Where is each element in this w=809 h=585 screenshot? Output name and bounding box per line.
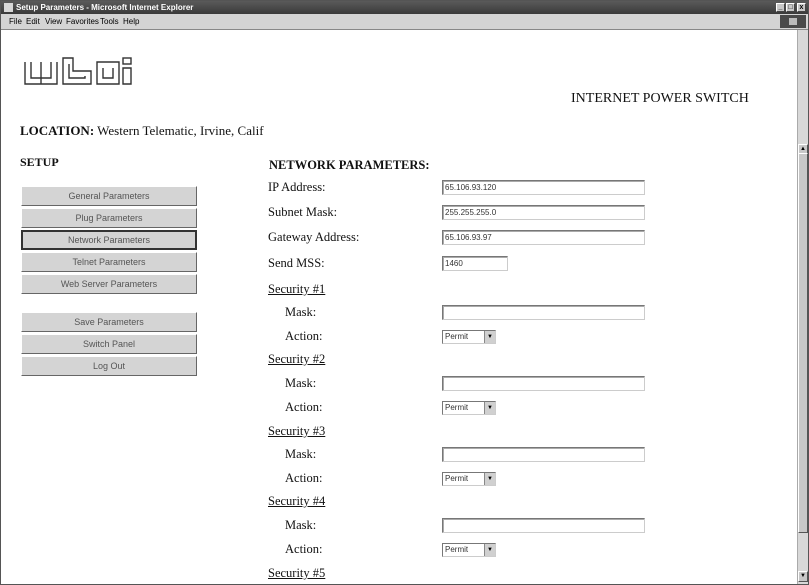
security-2-action-label: Action: [285,400,323,414]
security-2-mask-input[interactable] [442,376,645,391]
security-1-mask-label: Mask: [285,305,317,319]
app-title: INTERNET POWER SWITCH [571,91,749,106]
menu-favorites[interactable]: Favorites [66,14,99,29]
chevron-down-icon[interactable]: ▼ [484,402,495,414]
security-1-mask-input[interactable] [442,305,645,320]
security-5-label: Security #5 [268,566,326,580]
send-mss-input[interactable]: 1460 [442,256,508,271]
location-label: LOCATION: [20,123,95,138]
general-parameters-button[interactable]: General Parameters [21,186,197,206]
security-3-label: Security #3 [268,424,326,438]
gateway-address-input[interactable]: 65.106.93.97 [442,230,645,245]
security-3-action-value: Permit [445,474,469,483]
security-4-label: Security #4 [268,494,326,508]
send-mss-label: Send MSS: [268,256,325,270]
arrow-down-icon[interactable]: ▼ [798,571,808,582]
menu-view[interactable]: View [45,14,62,29]
browser-window: Setup Parameters - Microsoft Internet Ex… [0,0,809,585]
gateway-address-label: Gateway Address: [268,230,360,244]
page-content: INTERNET POWER SWITCH LOCATION: Western … [1,30,797,584]
title-bar: Setup Parameters - Microsoft Internet Ex… [1,1,808,14]
security-2-action-value: Permit [445,403,469,412]
security-3-action-select[interactable]: Permit ▼ [442,472,496,486]
telnet-parameters-button[interactable]: Telnet Parameters [21,252,197,272]
plug-parameters-button[interactable]: Plug Parameters [21,208,197,228]
menu-bar: File Edit View Favorites Tools Help [1,14,808,30]
menu-help[interactable]: Help [123,14,139,29]
wti-logo [24,57,132,85]
security-4-action-select[interactable]: Permit ▼ [442,543,496,557]
security-1-action-value: Permit [445,332,469,341]
ie-icon [4,3,13,12]
web-server-parameters-button[interactable]: Web Server Parameters [21,274,197,294]
minimize-button[interactable]: _ [776,3,785,12]
security-4-action-value: Permit [445,545,469,554]
chevron-down-icon[interactable]: ▼ [484,331,495,343]
security-1-action-label: Action: [285,329,323,343]
close-button[interactable]: x [797,3,806,12]
log-out-button[interactable]: Log Out [21,356,197,376]
security-4-mask-input[interactable] [442,518,645,533]
security-3-mask-input[interactable] [442,447,645,462]
menu-file[interactable]: File [9,14,22,29]
setup-title: SETUP [20,155,59,169]
security-4-action-label: Action: [285,542,323,556]
location: LOCATION: Western Telematic, Irvine, Cal… [20,123,264,139]
ip-address-input[interactable]: 65.106.93.120 [442,180,645,195]
security-3-action-label: Action: [285,471,323,485]
menu-edit[interactable]: Edit [26,14,40,29]
security-2-action-select[interactable]: Permit ▼ [442,401,496,415]
save-parameters-button[interactable]: Save Parameters [21,312,197,332]
security-4-mask-label: Mask: [285,518,317,532]
network-parameters-button[interactable]: Network Parameters [21,230,197,250]
subnet-mask-input[interactable]: 255.255.255.0 [442,205,645,220]
security-3-mask-label: Mask: [285,447,317,461]
window-title: Setup Parameters - Microsoft Internet Ex… [16,3,194,12]
security-2-mask-label: Mask: [285,376,317,390]
security-2-label: Security #2 [268,352,326,366]
switch-panel-button[interactable]: Switch Panel [21,334,197,354]
chevron-down-icon[interactable]: ▼ [484,544,495,556]
network-parameters-title: NETWORK PARAMETERS: [269,158,430,172]
ip-address-label: IP Address: [268,180,326,194]
menu-tools[interactable]: Tools [100,14,119,29]
maximize-button[interactable]: □ [786,3,795,12]
subnet-mask-label: Subnet Mask: [268,205,338,219]
scrollbar-thumb[interactable] [798,153,808,533]
security-1-action-select[interactable]: Permit ▼ [442,330,496,344]
chevron-down-icon[interactable]: ▼ [484,473,495,485]
vertical-scrollbar[interactable]: ▲ ▼ [797,30,808,584]
security-1-label: Security #1 [268,282,326,296]
location-value: Western Telematic, Irvine, Calif [97,123,264,138]
windows-logo-icon [780,15,806,28]
